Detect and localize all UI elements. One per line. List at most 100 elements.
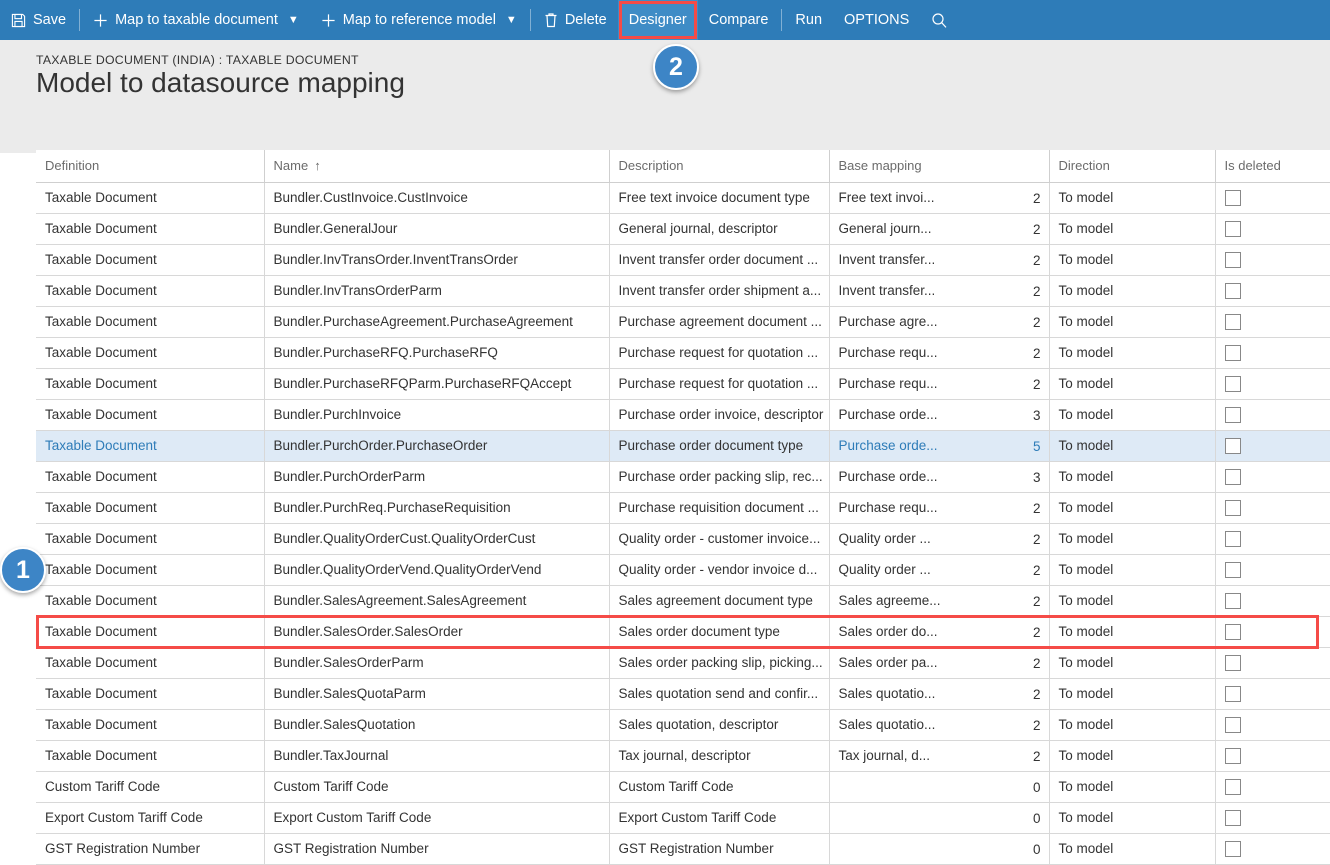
table-row[interactable]: Taxable Document Bundler.TaxJournal Tax jo… — [36, 740, 1330, 772]
delete-button[interactable]: Delete — [533, 0, 618, 40]
cell-is-deleted[interactable] — [1215, 833, 1330, 865]
is-deleted-checkbox[interactable] — [1224, 561, 1241, 578]
cell-definition[interactable]: Taxable Document — [36, 213, 265, 245]
table-row[interactable]: Taxable Document Bundler.InvTransOrderPar… — [36, 275, 1330, 307]
cell-is-deleted[interactable] — [1215, 368, 1330, 400]
table-row[interactable]: GST Registration Number GST Registration … — [36, 833, 1330, 865]
cell-description[interactable]: Purchase agreement document ... — [609, 306, 830, 338]
table-row[interactable]: Taxable Document Bundler.SalesOrder.Sales… — [36, 616, 1330, 648]
cell-base-mapping[interactable]: Purchase requ... 2 — [829, 368, 1050, 400]
search-button[interactable] — [920, 0, 959, 40]
cell-description[interactable]: Invent transfer order document ... — [609, 244, 830, 276]
table-row[interactable]: Taxable Document Bundler.SalesAgreement.S… — [36, 585, 1330, 617]
cell-definition[interactable]: Taxable Document — [36, 430, 265, 462]
cell-direction[interactable]: To model — [1049, 647, 1216, 679]
is-deleted-checkbox[interactable] — [1224, 313, 1241, 330]
cell-description[interactable]: Purchase order invoice, descriptor — [609, 399, 830, 431]
cell-is-deleted[interactable] — [1215, 275, 1330, 307]
table-row[interactable]: Taxable Document Bundler.PurchaseRFQParm.… — [36, 368, 1330, 400]
cell-definition[interactable]: Taxable Document — [36, 492, 265, 524]
is-deleted-checkbox[interactable] — [1224, 592, 1241, 609]
cell-name[interactable]: Bundler.PurchReq.PurchaseRequisition — [264, 492, 610, 524]
cell-direction[interactable]: To model — [1049, 368, 1216, 400]
cell-base-mapping[interactable]: Quality order ... 2 — [829, 554, 1050, 586]
cell-base-mapping[interactable]: 0 — [829, 771, 1050, 803]
cell-is-deleted[interactable] — [1215, 771, 1330, 803]
cell-description[interactable]: General journal, descriptor — [609, 213, 830, 245]
cell-description[interactable]: Sales order packing slip, picking... — [609, 647, 830, 679]
cell-base-mapping[interactable]: Tax journal, d... 2 — [829, 740, 1050, 772]
cell-description[interactable]: Free text invoice document type — [609, 182, 830, 214]
cell-is-deleted[interactable] — [1215, 306, 1330, 338]
is-deleted-checkbox[interactable] — [1224, 654, 1241, 671]
cell-base-mapping[interactable]: General journ... 2 — [829, 213, 1050, 245]
cell-name[interactable]: Bundler.PurchOrder.PurchaseOrder — [264, 430, 610, 462]
table-row[interactable]: Taxable Document Bundler.SalesQuotation Sa… — [36, 709, 1330, 741]
cell-is-deleted[interactable] — [1215, 399, 1330, 431]
cell-name[interactable]: Bundler.QualityOrderCust.QualityOrderCus… — [264, 523, 610, 555]
column-header-direction[interactable]: Direction — [1049, 150, 1216, 183]
cell-base-mapping[interactable]: Sales order pa... 2 — [829, 647, 1050, 679]
cell-name[interactable]: Bundler.SalesQuotaParm — [264, 678, 610, 710]
column-header-definition[interactable]: Definition — [36, 150, 265, 183]
cell-is-deleted[interactable] — [1215, 182, 1330, 214]
cell-direction[interactable]: To model — [1049, 306, 1216, 338]
cell-definition[interactable]: Taxable Document — [36, 585, 265, 617]
table-row[interactable]: Taxable Document Bundler.PurchaseAgreemen… — [36, 306, 1330, 338]
table-row[interactable]: Export Custom Tariff Code Export Custom T… — [36, 802, 1330, 834]
cell-direction[interactable]: To model — [1049, 802, 1216, 834]
cell-description[interactable]: Purchase order packing slip, rec... — [609, 461, 830, 493]
cell-description[interactable]: Sales quotation send and confir... — [609, 678, 830, 710]
cell-name[interactable]: Custom Tariff Code — [264, 771, 610, 803]
cell-direction[interactable]: To model — [1049, 337, 1216, 369]
save-button[interactable]: Save — [0, 0, 77, 40]
is-deleted-checkbox[interactable] — [1224, 840, 1241, 857]
is-deleted-checkbox[interactable] — [1224, 747, 1241, 764]
is-deleted-checkbox[interactable] — [1224, 468, 1241, 485]
cell-name[interactable]: Bundler.SalesOrder.SalesOrder — [264, 616, 610, 648]
cell-description[interactable]: Export Custom Tariff Code — [609, 802, 830, 834]
cell-definition[interactable]: Taxable Document — [36, 740, 265, 772]
cell-direction[interactable]: To model — [1049, 740, 1216, 772]
cell-description[interactable]: Purchase order document type — [609, 430, 830, 462]
cell-base-mapping[interactable]: Quality order ... 2 — [829, 523, 1050, 555]
cell-base-mapping[interactable]: Free text invoi... 2 — [829, 182, 1050, 214]
cell-name[interactable]: GST Registration Number — [264, 833, 610, 865]
table-row[interactable]: Taxable Document Bundler.PurchInvoice Purc… — [36, 399, 1330, 431]
cell-definition[interactable]: Taxable Document — [36, 244, 265, 276]
cell-description[interactable]: Sales agreement document type — [609, 585, 830, 617]
cell-direction[interactable]: To model — [1049, 244, 1216, 276]
cell-name[interactable]: Bundler.GeneralJour — [264, 213, 610, 245]
cell-is-deleted[interactable] — [1215, 678, 1330, 710]
is-deleted-checkbox[interactable] — [1224, 375, 1241, 392]
cell-description[interactable]: Custom Tariff Code — [609, 771, 830, 803]
cell-direction[interactable]: To model — [1049, 492, 1216, 524]
cell-direction[interactable]: To model — [1049, 275, 1216, 307]
cell-is-deleted[interactable] — [1215, 337, 1330, 369]
is-deleted-checkbox[interactable] — [1224, 251, 1241, 268]
cell-is-deleted[interactable] — [1215, 802, 1330, 834]
table-row[interactable]: Taxable Document Bundler.PurchaseRFQ.Purc… — [36, 337, 1330, 369]
cell-is-deleted[interactable] — [1215, 523, 1330, 555]
cell-name[interactable]: Bundler.SalesQuotation — [264, 709, 610, 741]
cell-base-mapping[interactable]: Purchase requ... 2 — [829, 337, 1050, 369]
cell-description[interactable]: Invent transfer order shipment a... — [609, 275, 830, 307]
cell-direction[interactable]: To model — [1049, 213, 1216, 245]
cell-name[interactable]: Bundler.InvTransOrder.InventTransOrder — [264, 244, 610, 276]
is-deleted-checkbox[interactable] — [1224, 437, 1241, 454]
cell-base-mapping[interactable]: Purchase agre... 2 — [829, 306, 1050, 338]
cell-direction[interactable]: To model — [1049, 616, 1216, 648]
column-header-description[interactable]: Description — [609, 150, 830, 183]
cell-name[interactable]: Export Custom Tariff Code — [264, 802, 610, 834]
map-to-taxable-document-button[interactable]: Map to taxable document ▼ — [82, 0, 310, 40]
options-button[interactable]: OPTIONS — [833, 0, 920, 40]
cell-is-deleted[interactable] — [1215, 244, 1330, 276]
table-row[interactable]: Taxable Document Bundler.InvTransOrder.In… — [36, 244, 1330, 276]
cell-name[interactable]: Bundler.PurchaseRFQParm.PurchaseRFQAccep… — [264, 368, 610, 400]
cell-description[interactable]: Tax journal, descriptor — [609, 740, 830, 772]
cell-description[interactable]: Quality order - vendor invoice d... — [609, 554, 830, 586]
column-header-is-deleted[interactable]: Is deleted — [1215, 150, 1330, 183]
cell-name[interactable]: Bundler.TaxJournal — [264, 740, 610, 772]
cell-name[interactable]: Bundler.SalesOrderParm — [264, 647, 610, 679]
is-deleted-checkbox[interactable] — [1224, 499, 1241, 516]
